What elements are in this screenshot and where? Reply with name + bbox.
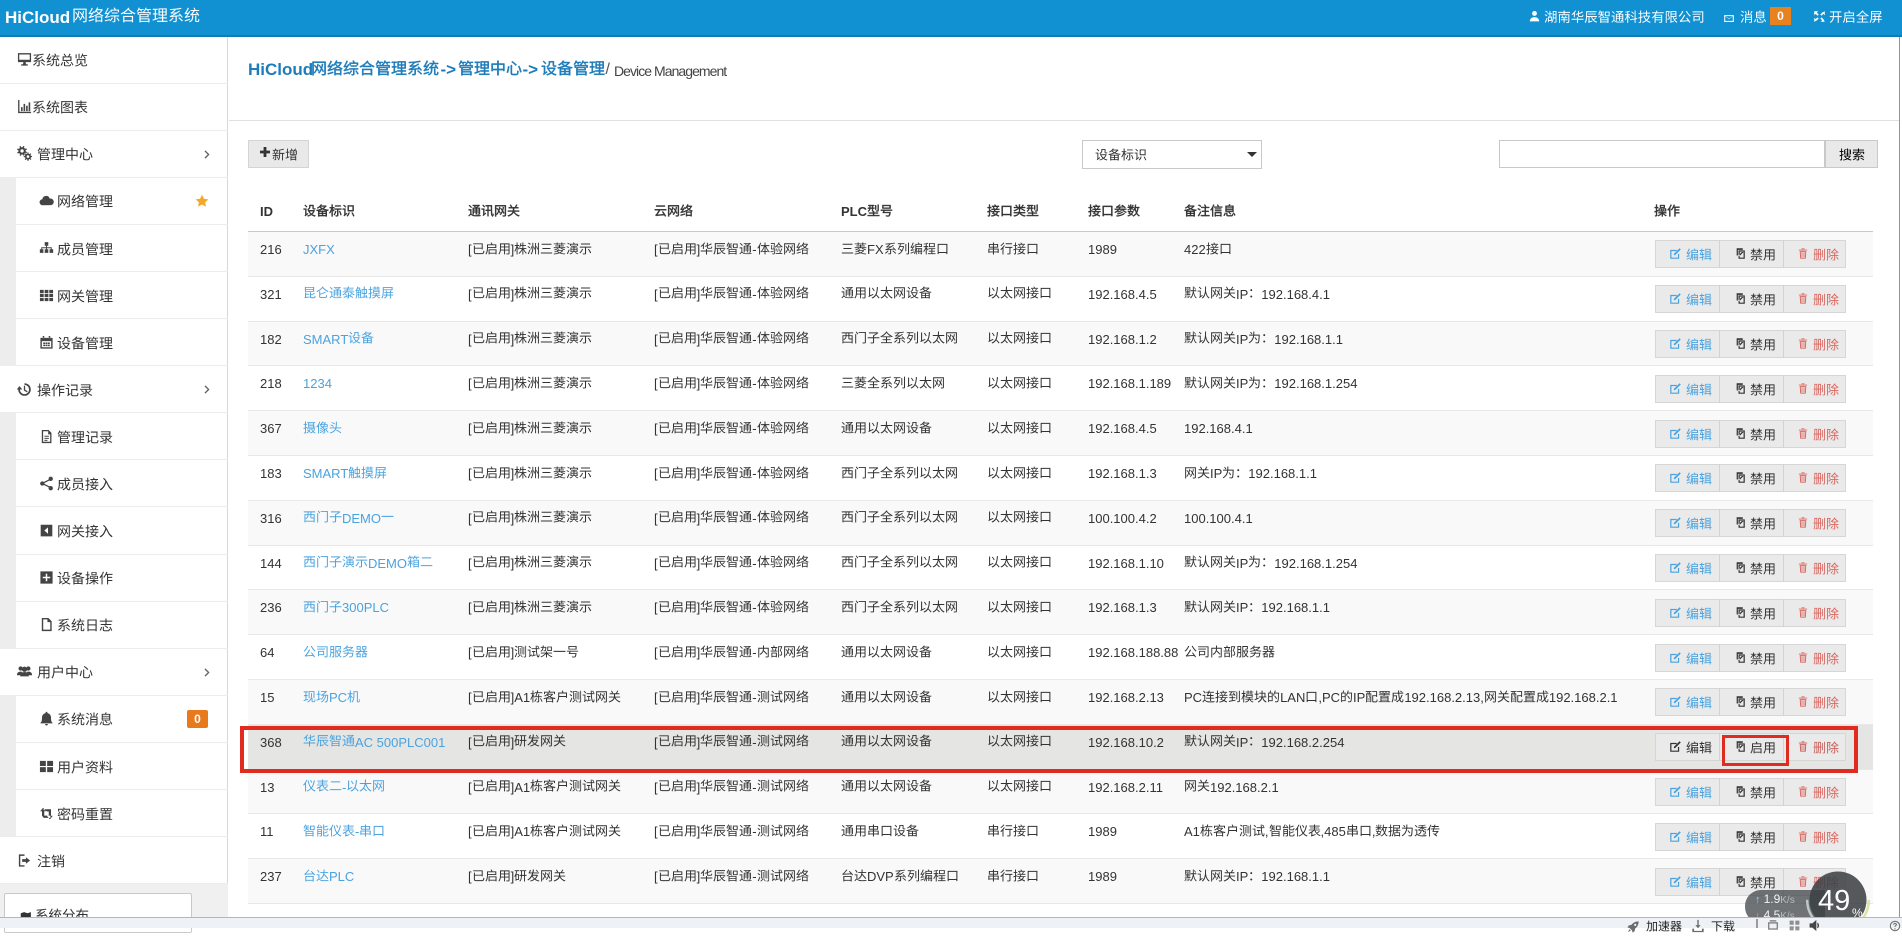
- svg-text:49: 49: [1818, 885, 1850, 917]
